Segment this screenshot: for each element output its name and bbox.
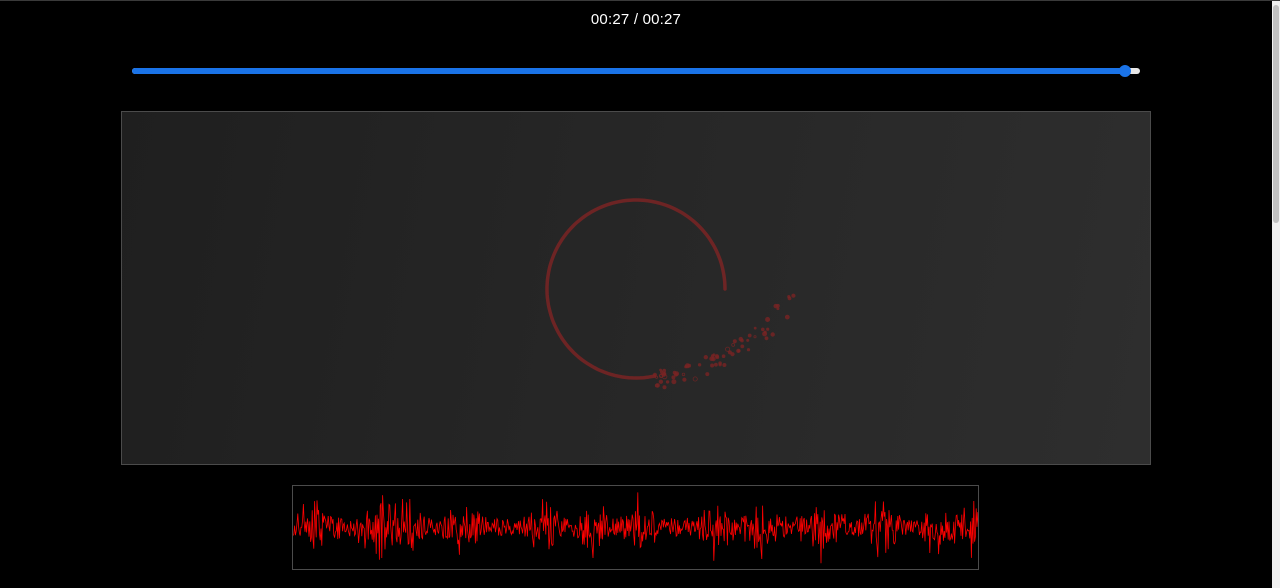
seek-progress-fill: [132, 68, 1125, 74]
visualizer-particle: [776, 303, 780, 308]
visualizer-particle: [655, 383, 660, 388]
visualizer-particle: [652, 372, 658, 377]
waveform-signal: [293, 492, 978, 564]
visualizer-particle: [740, 338, 744, 343]
visualizer-particle: [710, 363, 715, 368]
visualizer-particle: [753, 335, 757, 339]
visualizer-particle: [662, 371, 667, 376]
visualizer-particle: [770, 332, 775, 337]
visualizer-particle: [732, 339, 737, 344]
visualizer-particle: [760, 327, 765, 332]
visualizer-particle: [665, 380, 670, 384]
visualizer-particle: [671, 375, 676, 380]
visualizer-particle: [692, 376, 698, 382]
visualizer-particle: [658, 379, 664, 384]
visualizer-particle: [714, 354, 720, 359]
visualizer-particle: [736, 348, 741, 353]
visualizer-particle: [671, 379, 677, 385]
visualizer-particle: [753, 326, 757, 330]
visualizer-particles: [652, 293, 796, 390]
visualizer-particle: [703, 354, 708, 360]
visualizer-particle: [697, 363, 702, 367]
visualizer-particle: [731, 342, 736, 347]
visualizer-particle: [684, 363, 690, 369]
visualizer-particle: [722, 362, 727, 367]
total-duration: 00:27: [642, 11, 682, 28]
visualizer-particle: [710, 354, 715, 358]
time-separator: /: [633, 11, 639, 28]
visualizer-particle: [764, 336, 769, 341]
visualizer-particle: [705, 372, 710, 377]
visualizer-particle: [718, 361, 722, 366]
visualizer-particle: [721, 354, 726, 359]
visualizer-particle: [766, 327, 770, 331]
player-frame: 00:27 / 00:27: [0, 0, 1280, 588]
visualizer-particle: [763, 330, 767, 334]
visualizer-particle: [714, 362, 718, 367]
visualizer-particle: [740, 344, 745, 349]
visualizer-particle: [674, 371, 680, 377]
visualizer-particle: [747, 333, 752, 338]
audio-visualizer: [121, 111, 1151, 465]
visualizer-particle: [711, 356, 716, 362]
seek-thumb[interactable]: [1118, 65, 1131, 77]
visualizer-particle: [746, 338, 750, 342]
visualizer-particle: [791, 293, 796, 298]
visualizer-ring: [545, 198, 727, 380]
scrollbar-thumb[interactable]: [1273, 5, 1279, 223]
visualizer-particle: [776, 307, 780, 311]
waveform-display: [292, 485, 979, 570]
visualizer-particle: [765, 316, 771, 322]
visualizer-particle: [784, 314, 790, 320]
visualizer-particle: [681, 372, 686, 377]
visualizer-particle: [787, 295, 791, 299]
visualizer-particle: [730, 352, 735, 357]
visualizer-particle: [659, 370, 664, 374]
page-scrollbar[interactable]: [1272, 1, 1280, 588]
current-time: 00:27: [590, 11, 630, 28]
waveform-canvas: [293, 492, 978, 564]
visualizer-particle: [746, 348, 751, 352]
visualizer-canvas: [545, 198, 796, 390]
seek-slider[interactable]: [132, 65, 1140, 77]
visualizer-particle: [682, 377, 687, 382]
visualizer-particle: [662, 385, 667, 390]
time-display: 00:27 / 00:27: [0, 11, 1272, 28]
